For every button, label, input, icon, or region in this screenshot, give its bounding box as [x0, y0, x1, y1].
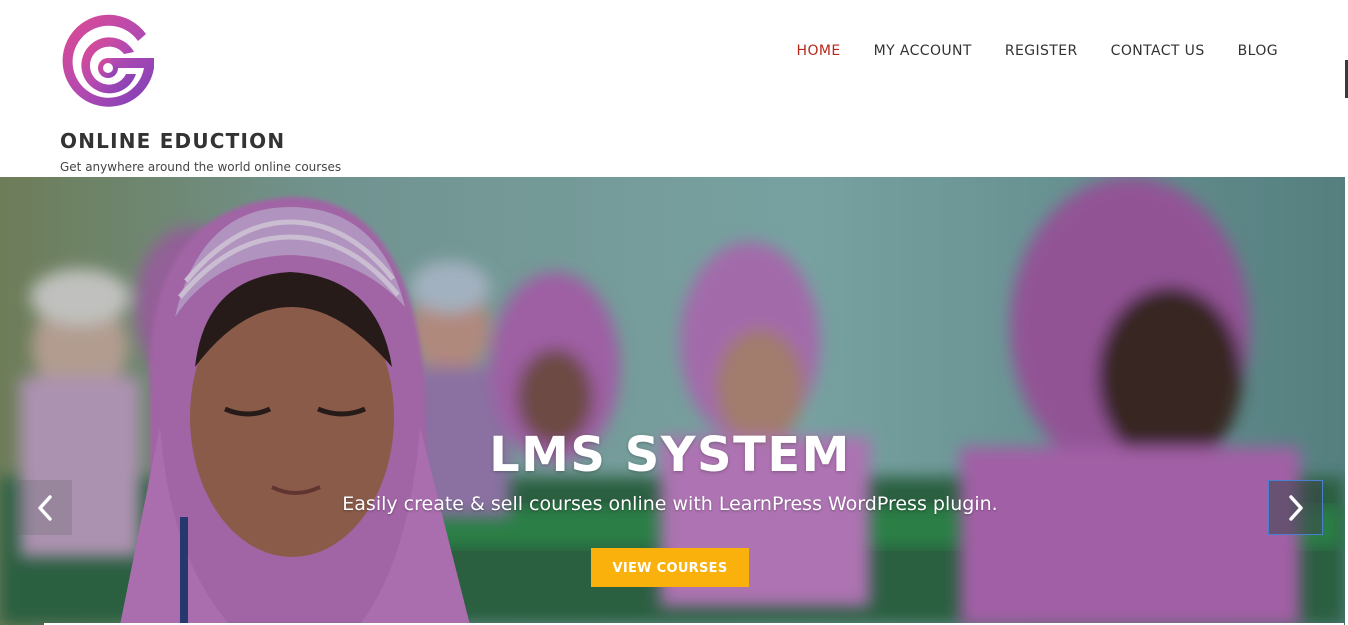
site-header: ONLINE EDUCTION Get anywhere around the …: [0, 0, 1345, 177]
main-nav: HOME MY ACCOUNT REGISTER CONTACT US BLOG: [764, 41, 1278, 61]
chevron-left-icon: [37, 494, 52, 521]
view-courses-button[interactable]: VIEW COURSES: [591, 548, 749, 587]
nav-item-register[interactable]: REGISTER: [972, 41, 1078, 61]
nav-item-home[interactable]: HOME: [764, 41, 841, 61]
slider-next-button[interactable]: [1268, 480, 1323, 535]
site-tagline: Get anywhere around the world online cou…: [60, 160, 342, 174]
slider-prev-button[interactable]: [17, 480, 72, 535]
g-logo-icon[interactable]: [58, 12, 160, 122]
page: ONLINE EDUCTION Get anywhere around the …: [0, 0, 1348, 625]
hero-subtitle: Easily create & sell courses online with…: [342, 493, 998, 515]
chevron-right-icon: [1288, 494, 1303, 521]
site-title[interactable]: ONLINE EDUCTION: [60, 128, 285, 154]
nav-item-contact-us[interactable]: CONTACT US: [1078, 41, 1205, 61]
hero-title: LMS SYSTEM: [489, 427, 851, 483]
nav-item-blog[interactable]: BLOG: [1205, 41, 1278, 61]
hero-slider: LMS SYSTEM Easily create & sell courses …: [0, 177, 1345, 625]
nav-item-my-account[interactable]: MY ACCOUNT: [841, 41, 972, 61]
